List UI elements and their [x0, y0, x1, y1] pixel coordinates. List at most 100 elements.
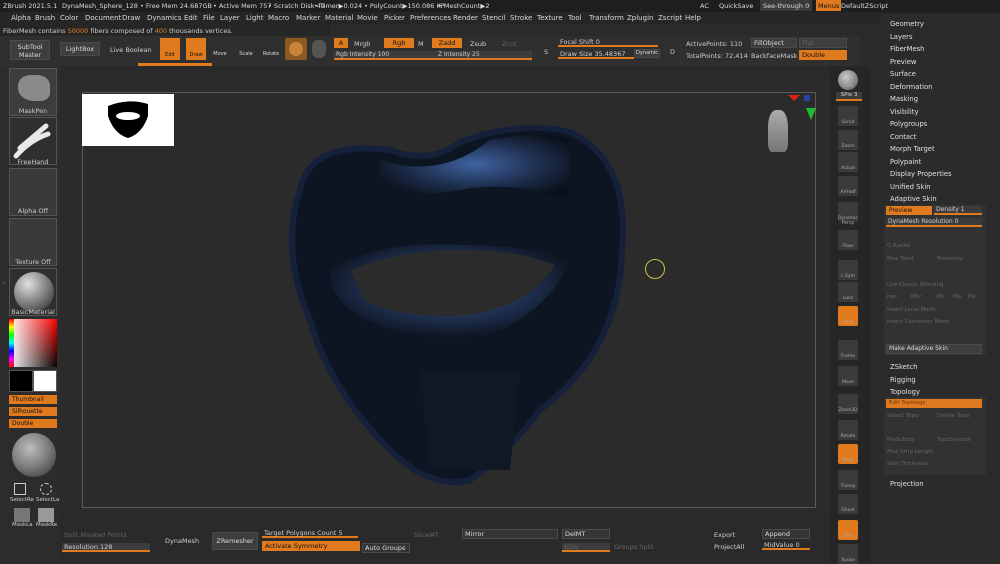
tray-geometry[interactable]: Geometry	[890, 20, 924, 28]
mc-toggle[interactable]: Mc	[937, 294, 945, 300]
menu-tool[interactable]: Tool	[568, 14, 582, 22]
dynamic-button[interactable]: Dynamic	[634, 49, 660, 58]
select-lasso-icon[interactable]	[40, 483, 52, 495]
tray-preview[interactable]: Preview	[890, 58, 916, 66]
navigator-thumbnail[interactable]	[82, 94, 174, 146]
mirror-button[interactable]: Mirror	[462, 529, 558, 539]
zcut-button[interactable]: Zcut	[502, 40, 517, 48]
menu-zscript[interactable]: Zscript	[658, 14, 682, 22]
groups-split-button[interactable]: Groups Split	[614, 543, 654, 551]
m-button[interactable]: M	[418, 40, 424, 48]
material-swatch[interactable]	[285, 38, 307, 60]
tray-display-properties[interactable]: Display Properties	[890, 170, 952, 178]
use-classic-skinning-button[interactable]: Use Classic Skinning	[887, 282, 943, 288]
menu-marker[interactable]: Marker	[296, 14, 320, 22]
quicksave-button[interactable]: QuickSave	[719, 2, 753, 10]
topo-smooth-slider[interactable]: TopoSmooth	[937, 437, 971, 443]
focal-shift-slider[interactable]: Focal Shift 0	[558, 38, 658, 47]
menu-stencil[interactable]: Stencil	[482, 14, 506, 22]
draw-size-slider[interactable]: Draw Size 35.48367	[558, 50, 634, 59]
menu-file[interactable]: File	[203, 14, 215, 22]
tray-adaptive-skin[interactable]: Adaptive Skin	[890, 195, 937, 203]
max-strip-length-slider[interactable]: Max Strip Length	[887, 449, 934, 455]
midvalue-slider[interactable]: MidValue 0	[762, 541, 810, 550]
zadd-button[interactable]: Zadd	[432, 38, 462, 48]
tray-morph-target[interactable]: Morph Target	[890, 145, 935, 153]
lightbox-button[interactable]: LightBox	[60, 42, 100, 56]
menu-help[interactable]: Help	[685, 14, 701, 22]
zsub-button[interactable]: Zsub	[470, 40, 486, 48]
menu-draw[interactable]: Draw	[122, 14, 140, 22]
density-slider[interactable]: Density 1	[934, 206, 982, 215]
menu-layer[interactable]: Layer	[220, 14, 240, 22]
tray-zsketch[interactable]: ZSketch	[890, 363, 918, 371]
z-intensity-slider[interactable]: Z Intensity 25	[436, 51, 532, 60]
tray-unified-skin[interactable]: Unified Skin	[890, 183, 931, 191]
menu-alpha[interactable]: Alpha	[11, 14, 31, 22]
tray-polypaint[interactable]: Polypaint	[890, 158, 921, 166]
menus-button[interactable]: Menus	[816, 0, 842, 11]
menu-light[interactable]: Light	[246, 14, 263, 22]
tray-projection[interactable]: Projection	[890, 480, 924, 488]
menu-preferences[interactable]: Preferences	[410, 14, 451, 22]
orientation-head-icon[interactable]	[766, 106, 790, 156]
menu-transform[interactable]: Transform	[589, 14, 624, 22]
delete-topo-button[interactable]: Delete Topo	[937, 413, 969, 419]
max-twist-slider[interactable]: Max Twist	[887, 256, 914, 262]
tray-topology[interactable]: Topology	[890, 388, 920, 396]
split-masked-points-button[interactable]: Split Masked Points	[64, 531, 127, 539]
append-button[interactable]: Append	[762, 529, 810, 539]
menu-dynamics[interactable]: Dynamics	[147, 14, 182, 22]
tray-fibermesh[interactable]: FiberMesh	[890, 45, 925, 53]
ires-slider[interactable]: ires	[887, 294, 897, 300]
project-all-button[interactable]: ProjectAll	[714, 543, 744, 551]
hue-strip[interactable]	[9, 319, 14, 367]
s-toggle[interactable]: S	[540, 40, 554, 58]
rotate-button[interactable]: Rotate	[261, 38, 281, 60]
double-sided-button[interactable]: Double	[9, 419, 57, 428]
menu-picker[interactable]: Picker	[384, 14, 405, 22]
zremesher-button[interactable]: ZRemesher	[212, 532, 258, 550]
subtool-master-button[interactable]: SubTool Master	[10, 40, 50, 60]
menu-texture[interactable]: Texture	[537, 14, 563, 22]
scale-button[interactable]: Scale	[236, 38, 256, 60]
export-button[interactable]: Export	[714, 531, 735, 539]
menu-edit[interactable]: Edit	[184, 14, 198, 22]
dynamesh-button[interactable]: DynaMesh	[165, 537, 199, 545]
target-polygons-slider[interactable]: Target Polygons Count 5	[262, 529, 358, 538]
menu-document[interactable]: Document	[85, 14, 121, 22]
pd-toggle[interactable]: Pd	[968, 294, 975, 300]
insert-connector-mesh-button[interactable]: Insert Connector Mesh	[887, 319, 949, 325]
edit-button[interactable]: Edit	[160, 38, 180, 60]
tray-layers[interactable]: Layers	[890, 33, 913, 41]
menu-render[interactable]: Render	[453, 14, 478, 22]
silhouette-button[interactable]: Silhouette	[9, 407, 57, 416]
menu-color[interactable]: Color	[60, 14, 78, 22]
make-adaptive-skin-button[interactable]: Make Adaptive Skin	[886, 344, 982, 354]
double-button[interactable]: Double	[799, 50, 847, 60]
default-zscript-button[interactable]: DefaultZScript	[841, 2, 888, 10]
secondary-color-swatch[interactable]	[33, 370, 57, 392]
activate-symmetry-button[interactable]: Activate Symmetry	[262, 541, 360, 551]
menu-stroke[interactable]: Stroke	[510, 14, 532, 22]
edit-topology-button[interactable]: Edit Topology	[886, 399, 982, 408]
tray-visibility[interactable]: Visibility	[890, 108, 919, 116]
mask-rect-icon[interactable]	[38, 508, 54, 522]
menu-macro[interactable]: Macro	[268, 14, 289, 22]
tray-surface[interactable]: Surface	[890, 70, 916, 78]
presubdiv-slider[interactable]: PreSubdiv	[887, 437, 915, 443]
fill-object-button[interactable]: FillObject	[751, 38, 797, 48]
select-rect-icon[interactable]	[14, 483, 26, 495]
tray-contact[interactable]: Contact	[890, 133, 916, 141]
color-picker[interactable]	[9, 319, 57, 367]
preview-button[interactable]: Preview	[886, 206, 932, 215]
left-collapse-icon[interactable]: «	[2, 280, 7, 290]
dynamesh-resolution-slider[interactable]: DynaMesh Resolution 0	[886, 218, 982, 227]
proximity-slider[interactable]: Proximity	[937, 256, 963, 262]
menu-movie[interactable]: Movie	[357, 14, 378, 22]
tray-deformation[interactable]: Deformation	[890, 83, 932, 91]
see-through-slider[interactable]: See-through 0	[760, 0, 813, 11]
select-topo-button[interactable]: Select Topo	[887, 413, 918, 419]
resolution-slider[interactable]: Resolution 128	[62, 543, 150, 552]
mask-lasso-icon[interactable]	[14, 508, 30, 522]
